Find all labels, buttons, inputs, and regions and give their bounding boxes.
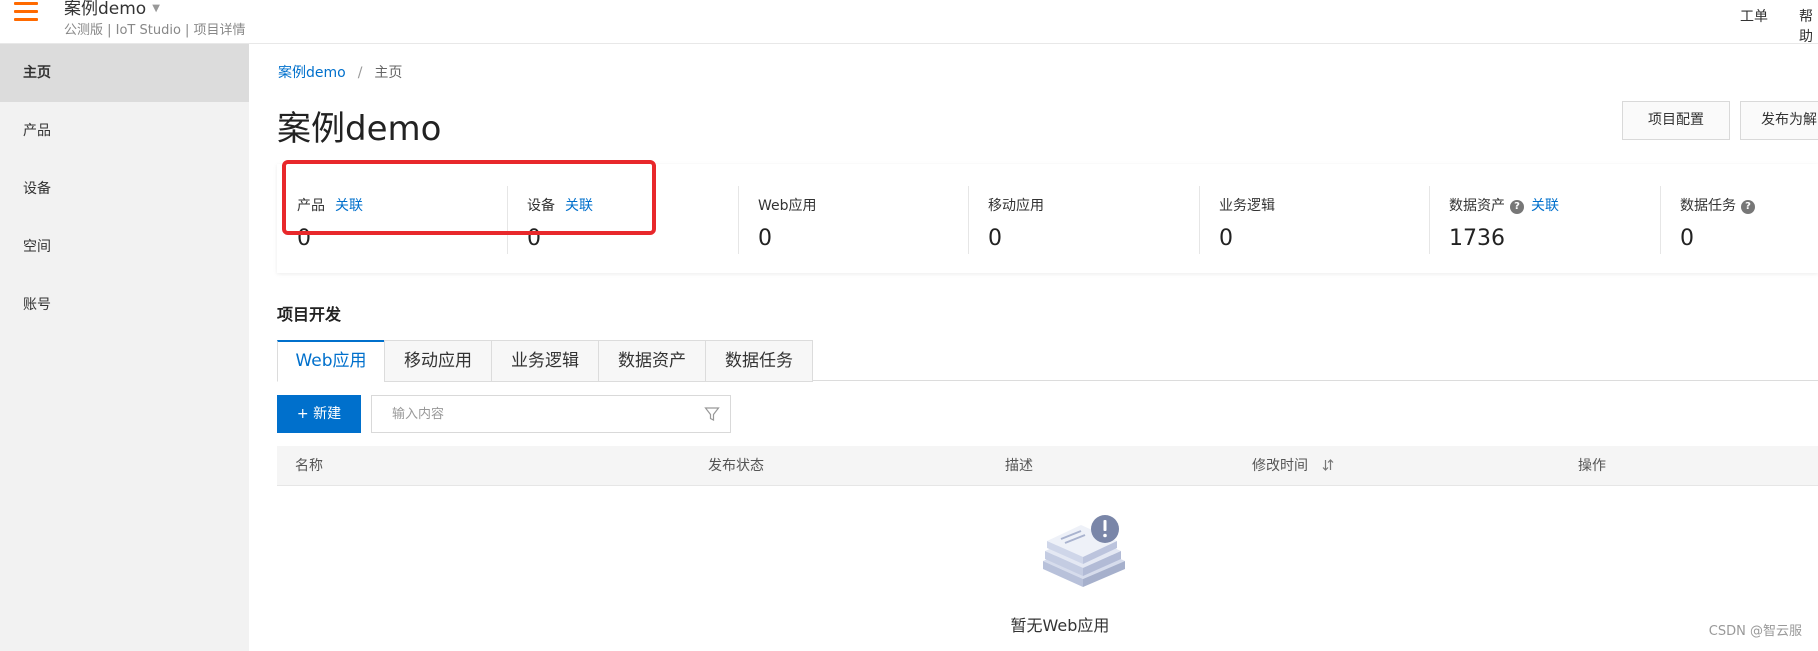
help-link[interactable]: 帮助 — [1799, 6, 1818, 46]
stat-mobile-apps: 移动应用 0 — [968, 164, 1198, 273]
sidebar-item-devices[interactable]: 设备 — [0, 160, 249, 218]
stat-value: 0 — [297, 226, 311, 251]
top-bar: 案例demo ▼ 公测版 | IoT Studio | 项目详情 工单 帮助 — [0, 0, 1818, 46]
hamburger-menu-icon[interactable] — [14, 2, 38, 24]
tab-mobile-apps[interactable]: 移动应用 — [384, 340, 492, 382]
stat-devices: 设备 关联 0 — [507, 164, 737, 273]
table-header: 名称 发布状态 描述 修改时间 操作 — [277, 446, 1818, 486]
breadcrumb-current: 主页 — [374, 65, 403, 81]
stat-value: 0 — [1680, 226, 1694, 251]
divider — [1660, 186, 1661, 254]
column-header-status: 发布状态 — [708, 458, 764, 474]
sidebar: 主页 产品 设备 空间 账号 — [0, 44, 249, 651]
stat-label: 业务逻辑 — [1219, 198, 1275, 214]
stat-value: 0 — [1219, 226, 1233, 251]
divider — [507, 186, 508, 254]
divider — [968, 186, 969, 254]
sort-icon[interactable] — [1322, 458, 1334, 472]
search-input[interactable] — [372, 396, 692, 432]
stat-label: 移动应用 — [988, 198, 1044, 214]
empty-state-text: 暂无Web应用 — [1010, 616, 1110, 635]
stat-business-logic: 业务逻辑 0 — [1199, 164, 1429, 273]
app-subtitle: 公测版 | IoT Studio | 项目详情 — [64, 23, 246, 38]
associate-link[interactable]: 关联 — [335, 198, 363, 214]
tab-data-assets[interactable]: 数据资产 — [598, 340, 706, 382]
column-header-name: 名称 — [295, 458, 323, 474]
section-title: 项目开发 — [277, 305, 342, 324]
sidebar-item-spaces[interactable]: 空间 — [0, 218, 249, 276]
sidebar-item-accounts[interactable]: 账号 — [0, 276, 249, 334]
work-order-link[interactable]: 工单 — [1740, 6, 1768, 26]
help-icon[interactable]: ? — [1510, 200, 1524, 214]
stat-label: 设备 — [527, 198, 555, 214]
column-header-description: 描述 — [1005, 458, 1033, 474]
stat-label: Web应用 — [758, 198, 817, 214]
filter-icon[interactable] — [704, 406, 720, 422]
main-content: 案例demo / 主页 案例demo 项目配置 发布为解 产品 关联 0 设备 关联 0… — [249, 44, 1818, 651]
breadcrumb: 案例demo / 主页 — [278, 62, 402, 82]
tab-data-tasks[interactable]: 数据任务 — [705, 340, 813, 382]
column-header-modified-time: 修改时间 — [1252, 446, 1334, 486]
sidebar-item-products[interactable]: 产品 — [0, 102, 249, 160]
stat-value: 0 — [988, 226, 1002, 251]
watermark: CSDN @智云服 — [1708, 624, 1802, 639]
help-icon[interactable]: ? — [1741, 200, 1755, 214]
project-config-button[interactable]: 项目配置 — [1622, 101, 1730, 140]
stat-label: 数据任务 — [1680, 198, 1736, 214]
column-header-actions: 操作 — [1578, 458, 1606, 474]
publish-button[interactable]: 发布为解 — [1740, 101, 1818, 140]
associate-link[interactable]: 关联 — [565, 198, 593, 214]
stat-label: 产品 — [297, 198, 325, 214]
tab-web-apps[interactable]: Web应用 — [277, 340, 385, 382]
breadcrumb-separator: / — [357, 65, 363, 81]
new-button[interactable]: + 新建 — [277, 395, 361, 433]
tab-business-logic[interactable]: 业务逻辑 — [491, 340, 599, 382]
project-name: 案例demo — [64, 0, 147, 19]
stat-data-assets: 数据资产? 关联 1736 — [1429, 164, 1659, 273]
divider — [738, 186, 739, 254]
search-box — [371, 395, 731, 433]
stat-label: 数据资产 — [1449, 198, 1505, 214]
stats-panel: 产品 关联 0 设备 关联 0 Web应用 0 移动应用 0 业务逻辑 0 数据资产… — [277, 164, 1818, 273]
stat-web-apps: Web应用 0 — [738, 164, 968, 273]
stat-value: 0 — [758, 226, 772, 251]
page-title: 案例demo — [277, 109, 442, 149]
caret-down-icon: ▼ — [152, 3, 160, 14]
project-switcher[interactable]: 案例demo ▼ — [64, 0, 160, 19]
stat-products: 产品 关联 0 — [277, 164, 507, 273]
empty-state-icon — [1043, 515, 1125, 587]
tab-bar: Web应用 移动应用 业务逻辑 数据资产 数据任务 — [277, 340, 1818, 382]
divider — [1199, 186, 1200, 254]
stat-data-tasks: 数据任务? 0 — [1660, 164, 1818, 273]
divider — [1429, 186, 1430, 254]
stat-value: 0 — [527, 226, 541, 251]
stat-value: 1736 — [1449, 226, 1505, 251]
sidebar-item-home[interactable]: 主页 — [0, 44, 249, 102]
column-header-label: 修改时间 — [1252, 458, 1308, 474]
breadcrumb-root[interactable]: 案例demo — [278, 65, 346, 81]
associate-link[interactable]: 关联 — [1531, 198, 1559, 214]
